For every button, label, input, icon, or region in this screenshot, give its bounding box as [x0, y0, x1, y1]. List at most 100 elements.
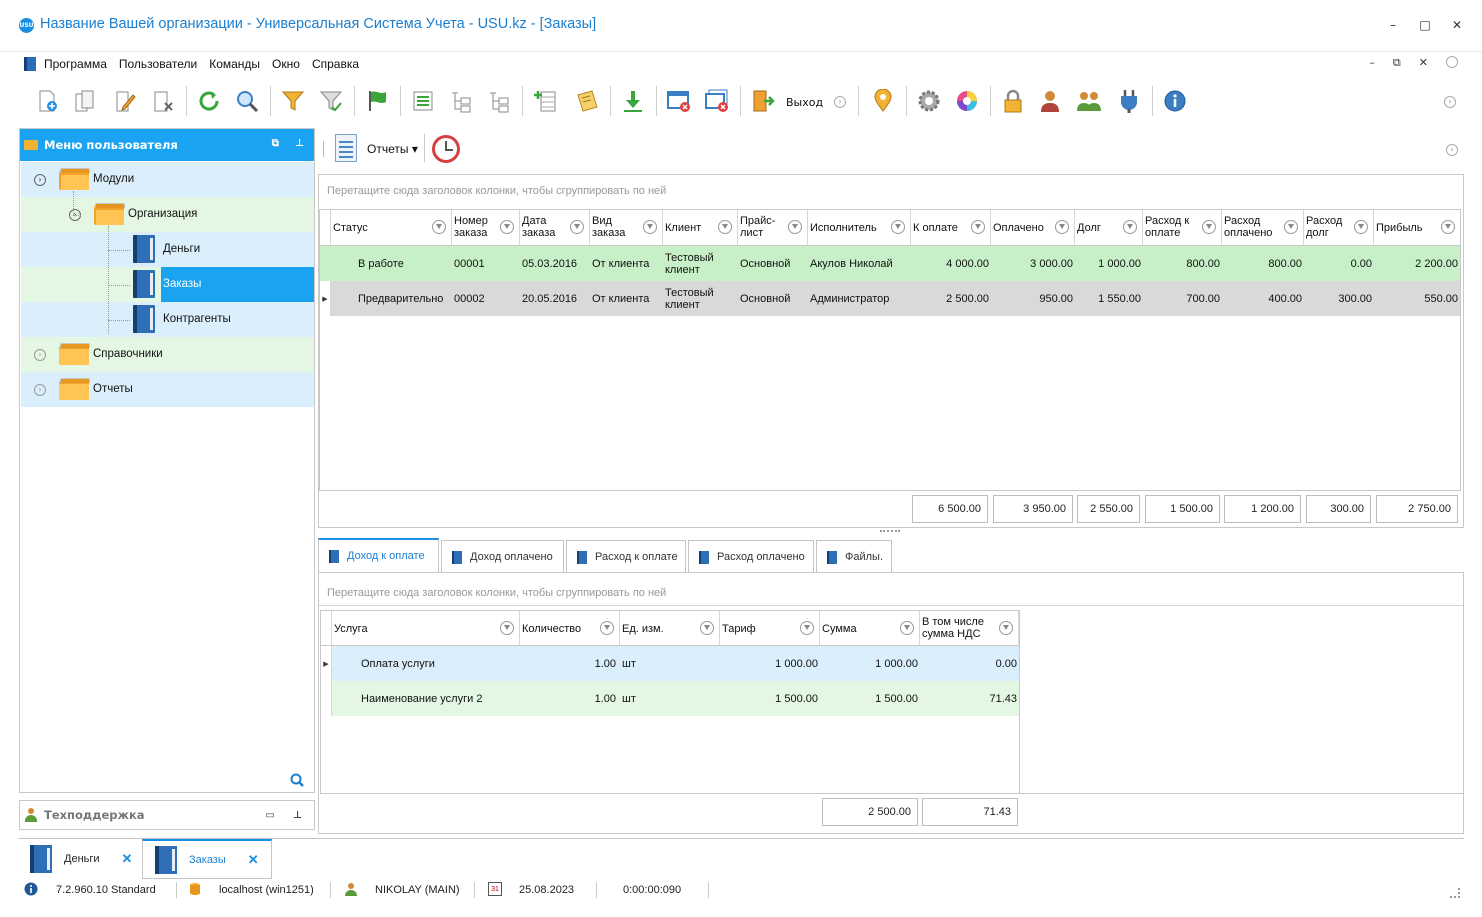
filter-icon[interactable]: [432, 220, 446, 234]
collapse-icon[interactable]: ›: [34, 174, 46, 186]
filter-icon[interactable]: [500, 621, 514, 635]
col-service[interactable]: Услуга: [332, 610, 520, 646]
clock-icon[interactable]: [432, 135, 460, 163]
filter-icon[interactable]: [600, 621, 614, 635]
col-vat[interactable]: В том числе сумма НДС: [920, 610, 1019, 646]
close-tab-icon[interactable]: ✕: [248, 852, 259, 868]
menu-users[interactable]: Пользователи: [119, 57, 197, 71]
color-icon[interactable]: [952, 86, 982, 116]
menu-commands[interactable]: Команды: [209, 57, 260, 71]
exit-options-icon[interactable]: ›: [834, 96, 846, 108]
filter-settings-icon[interactable]: [316, 86, 346, 116]
exit-icon[interactable]: [748, 86, 778, 116]
col-price-list[interactable]: Прайс-лист: [738, 210, 808, 246]
close-window-icon[interactable]: [664, 86, 694, 116]
doc-tab-money[interactable]: Деньги ✕: [30, 839, 132, 879]
filter-icon[interactable]: [800, 621, 814, 635]
tree-item-organization[interactable]: › Организация: [21, 197, 314, 232]
menu-help[interactable]: Справка: [312, 57, 359, 71]
col-debt[interactable]: Долг: [1075, 210, 1143, 246]
lock-icon[interactable]: [998, 86, 1028, 116]
table-row[interactable]: Наименование услуги 2 1.00 шт 1 500.00 1…: [321, 681, 1019, 716]
support-panel[interactable]: Техподдержка ▭ ⊥: [19, 800, 315, 830]
mdi-close-button[interactable]: ✕: [1419, 56, 1428, 70]
refresh-icon[interactable]: [194, 86, 224, 116]
col-expense-debt[interactable]: Расход долг: [1304, 210, 1374, 246]
col-kind[interactable]: Вид заказа: [590, 210, 663, 246]
col-paid[interactable]: Оплачено: [991, 210, 1075, 246]
copy-icon[interactable]: [70, 86, 100, 116]
filter-icon[interactable]: [1284, 220, 1298, 234]
expand-icon[interactable]: ›: [34, 384, 46, 396]
col-quantity[interactable]: Количество: [520, 610, 620, 646]
tab-expense-paid[interactable]: Расход оплачено: [688, 540, 814, 572]
tree-item-money[interactable]: Деньги: [21, 232, 314, 267]
resize-grip-icon[interactable]: [1450, 888, 1460, 898]
table-row[interactable]: ▶ Оплата услуги 1.00 шт 1 000.00 1 000.0…: [321, 646, 1019, 681]
pin-icon[interactable]: ⊥: [295, 138, 304, 149]
location-icon[interactable]: [868, 86, 898, 116]
filter-icon[interactable]: [971, 220, 985, 234]
tab-income-paid[interactable]: Доход оплачено: [441, 540, 564, 572]
notes-icon[interactable]: [572, 86, 602, 116]
splitter-handle[interactable]: [880, 530, 900, 532]
filter-icon[interactable]: [891, 220, 905, 234]
tree-item-reports[interactable]: › Отчеты: [21, 372, 314, 407]
flag-icon[interactable]: [362, 86, 392, 116]
tree-item-modules[interactable]: › Модули: [21, 162, 314, 197]
tree-down-icon[interactable]: [446, 86, 476, 116]
info-icon[interactable]: [1160, 86, 1190, 116]
filter-icon[interactable]: [900, 621, 914, 635]
toolbar-options-icon[interactable]: ›: [1444, 96, 1456, 108]
filter-icon[interactable]: [278, 86, 308, 116]
col-number[interactable]: Номер заказа: [452, 210, 520, 246]
add-row-icon[interactable]: [530, 86, 560, 116]
maximize-icon[interactable]: ▭: [265, 810, 274, 821]
filter-icon[interactable]: [700, 621, 714, 635]
menu-program[interactable]: Программа: [44, 57, 107, 71]
reports-dropdown[interactable]: Отчеты ▾: [367, 142, 418, 156]
table-row[interactable]: В работе 00001 05.03.2016 От клиента Тес…: [320, 246, 1460, 281]
edit-icon[interactable]: [110, 86, 140, 116]
col-expense-to-pay[interactable]: Расход к оплате: [1143, 210, 1222, 246]
tab-income-to-pay[interactable]: Доход к оплате: [318, 538, 439, 572]
filter-icon[interactable]: [788, 220, 802, 234]
settings-icon[interactable]: [914, 86, 944, 116]
filter-icon[interactable]: [1441, 220, 1455, 234]
col-sum[interactable]: Сумма: [820, 610, 920, 646]
close-button[interactable]: ✕: [1450, 18, 1464, 32]
col-executor[interactable]: Исполнитель: [808, 210, 911, 246]
subtoolbar-options-icon[interactable]: ›: [1446, 144, 1458, 156]
col-status[interactable]: Статус: [331, 210, 452, 246]
filter-icon[interactable]: [1354, 220, 1368, 234]
menu-options-icon[interactable]: [1446, 56, 1458, 68]
tab-files[interactable]: Файлы.: [816, 540, 892, 572]
search-icon[interactable]: [232, 86, 262, 116]
tree-up-icon[interactable]: [484, 86, 514, 116]
col-profit[interactable]: Прибыль: [1374, 210, 1460, 246]
add-icon[interactable]: [32, 86, 62, 116]
table-row[interactable]: ▶ Предварительно 00002 20.05.2016 От кли…: [320, 281, 1460, 316]
filter-icon[interactable]: [570, 220, 584, 234]
filter-icon[interactable]: [643, 220, 657, 234]
doc-tab-orders[interactable]: Заказы ✕: [142, 839, 272, 879]
exit-label[interactable]: Выход: [786, 96, 823, 109]
filter-icon[interactable]: [1123, 220, 1137, 234]
col-expense-paid[interactable]: Расход оплачено: [1222, 210, 1304, 246]
mdi-restore-button[interactable]: ⧉: [1393, 56, 1401, 70]
tree-item-references[interactable]: › Справочники: [21, 337, 314, 372]
maximize-button[interactable]: □: [1418, 18, 1432, 32]
tree-item-orders[interactable]: Заказы: [21, 267, 314, 302]
mdi-minimize-button[interactable]: –: [1369, 56, 1375, 70]
expand-icon[interactable]: [408, 86, 438, 116]
float-icon[interactable]: ⧉: [272, 138, 279, 149]
expand-icon[interactable]: ›: [34, 349, 46, 361]
plugin-icon[interactable]: [1114, 86, 1144, 116]
delete-icon[interactable]: [148, 86, 178, 116]
minimize-button[interactable]: –: [1386, 18, 1400, 32]
app-menu-icon[interactable]: [24, 57, 36, 71]
close-tab-icon[interactable]: ✕: [122, 851, 133, 867]
filter-icon[interactable]: [718, 220, 732, 234]
col-tariff[interactable]: Тариф: [720, 610, 820, 646]
pin-icon[interactable]: ⊥: [293, 810, 302, 821]
